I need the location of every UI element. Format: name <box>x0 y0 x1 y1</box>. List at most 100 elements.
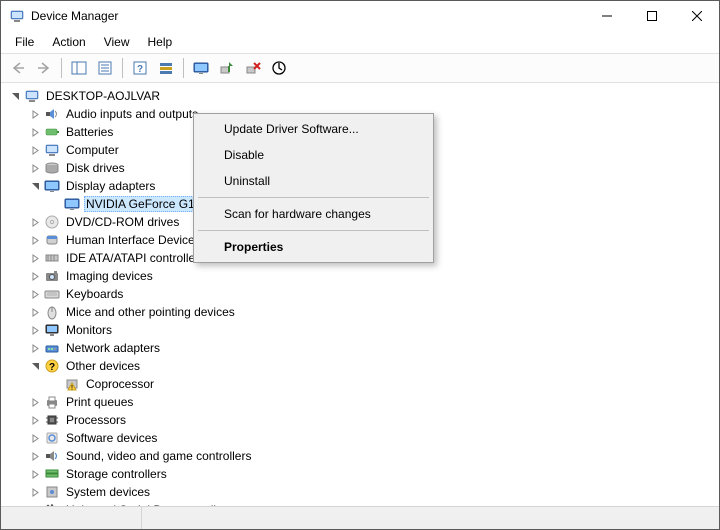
close-icon <box>692 11 702 21</box>
device-tree-pane[interactable]: DESKTOP-AOJLVARAudio inputs and outputsB… <box>1 83 719 506</box>
storage-icon <box>44 466 60 482</box>
context-properties[interactable]: Properties <box>196 234 431 260</box>
tree-category[interactable]: Processors <box>29 411 719 429</box>
expand-icon[interactable] <box>29 396 41 408</box>
collapse-icon[interactable] <box>9 90 21 102</box>
properties-toolbar-button[interactable] <box>92 55 118 81</box>
audio-icon <box>44 106 60 122</box>
hid-icon <box>44 232 60 248</box>
expand-icon[interactable] <box>29 270 41 282</box>
expand-icon[interactable] <box>29 252 41 264</box>
titlebar: Device Manager <box>1 1 719 31</box>
uninstall-icon <box>245 60 261 76</box>
uninstall-toolbar-button[interactable] <box>240 55 266 81</box>
category-label: Mice and other pointing devices <box>64 305 237 319</box>
context-uninstall[interactable]: Uninstall <box>196 168 431 194</box>
maximize-button[interactable] <box>629 1 674 31</box>
context-separator <box>198 230 429 231</box>
tree-category[interactable]: Network adapters <box>29 339 719 357</box>
expand-icon[interactable] <box>29 108 41 120</box>
collapse-icon[interactable] <box>29 360 41 372</box>
console-tree-icon <box>71 60 87 76</box>
tree-category[interactable]: System devices <box>29 483 719 501</box>
action-icon <box>158 60 174 76</box>
enable-icon <box>219 60 235 76</box>
context-update-driver[interactable]: Update Driver Software... <box>196 116 431 142</box>
menu-file[interactable]: File <box>7 33 42 51</box>
tree-category[interactable]: Monitors <box>29 321 719 339</box>
dvd-icon <box>44 214 60 230</box>
device-manager-window: Device Manager File Action View Help <box>0 0 720 530</box>
expand-icon[interactable] <box>29 144 41 156</box>
category-label: Monitors <box>64 323 114 337</box>
category-label: System devices <box>64 485 152 499</box>
expand-icon[interactable] <box>29 486 41 498</box>
context-scan[interactable]: Scan for hardware changes <box>196 201 431 227</box>
scan-icon <box>271 60 287 76</box>
tree-category[interactable]: Print queues <box>29 393 719 411</box>
expand-icon[interactable] <box>29 126 41 138</box>
collapse-icon[interactable] <box>29 180 41 192</box>
minimize-button[interactable] <box>584 1 629 31</box>
root-label: DESKTOP-AOJLVAR <box>44 89 162 103</box>
category-label: Disk drives <box>64 161 127 175</box>
tree-category[interactable]: Other devices <box>29 357 719 375</box>
app-icon <box>9 8 25 24</box>
close-button[interactable] <box>674 1 719 31</box>
expand-icon[interactable] <box>29 288 41 300</box>
software-icon <box>44 430 60 446</box>
scan-hardware-toolbar-button[interactable] <box>266 55 292 81</box>
menu-action[interactable]: Action <box>44 33 93 51</box>
category-label: Software devices <box>64 431 159 445</box>
tree-device[interactable]: Coprocessor <box>49 375 719 393</box>
forward-button[interactable] <box>31 55 57 81</box>
category-label: Keyboards <box>64 287 125 301</box>
tree-root-node[interactable]: DESKTOP-AOJLVAR <box>9 87 719 105</box>
tree-category[interactable]: Keyboards <box>29 285 719 303</box>
category-label: Print queues <box>64 395 135 409</box>
expand-icon[interactable] <box>29 162 41 174</box>
menu-help[interactable]: Help <box>140 33 181 51</box>
expand-icon[interactable] <box>29 432 41 444</box>
category-label: IDE ATA/ATAPI controllers <box>64 251 207 265</box>
expand-icon[interactable] <box>29 342 41 354</box>
battery-icon <box>44 124 60 140</box>
context-disable[interactable]: Disable <box>196 142 431 168</box>
expand-icon[interactable] <box>29 234 41 246</box>
category-label: Sound, video and game controllers <box>64 449 253 463</box>
back-button[interactable] <box>5 55 31 81</box>
tree-category[interactable]: Sound, video and game controllers <box>29 447 719 465</box>
disk-icon <box>44 160 60 176</box>
action-toolbar-button[interactable] <box>153 55 179 81</box>
expand-icon[interactable] <box>29 468 41 480</box>
tree-category[interactable]: Software devices <box>29 429 719 447</box>
computer-icon <box>24 88 40 104</box>
show-hide-console-tree-button[interactable] <box>66 55 92 81</box>
expand-icon[interactable] <box>29 504 41 506</box>
category-label: Network adapters <box>64 341 162 355</box>
arrow-right-icon <box>36 60 52 76</box>
statusbar-cell <box>1 507 142 529</box>
system-icon <box>44 484 60 500</box>
toolbar-separator <box>122 58 123 78</box>
expand-icon[interactable] <box>29 306 41 318</box>
expand-icon[interactable] <box>29 414 41 426</box>
category-label: Processors <box>64 413 128 427</box>
expand-icon[interactable] <box>29 216 41 228</box>
menubar: File Action View Help <box>1 31 719 53</box>
tree-category[interactable]: Imaging devices <box>29 267 719 285</box>
tree-category[interactable]: Storage controllers <box>29 465 719 483</box>
menu-view[interactable]: View <box>96 33 138 51</box>
category-label: Storage controllers <box>64 467 169 481</box>
update-driver-toolbar-button[interactable] <box>188 55 214 81</box>
category-label: Other devices <box>64 359 142 373</box>
tree-category[interactable]: Universal Serial Bus controllers <box>29 501 719 506</box>
tree-category[interactable]: Mice and other pointing devices <box>29 303 719 321</box>
help-toolbar-button[interactable]: ? <box>127 55 153 81</box>
update-driver-icon <box>193 60 209 76</box>
expand-icon[interactable] <box>29 450 41 462</box>
enable-toolbar-button[interactable] <box>214 55 240 81</box>
arrow-left-icon <box>10 60 26 76</box>
category-label: Universal Serial Bus controllers <box>64 503 235 506</box>
expand-icon[interactable] <box>29 324 41 336</box>
